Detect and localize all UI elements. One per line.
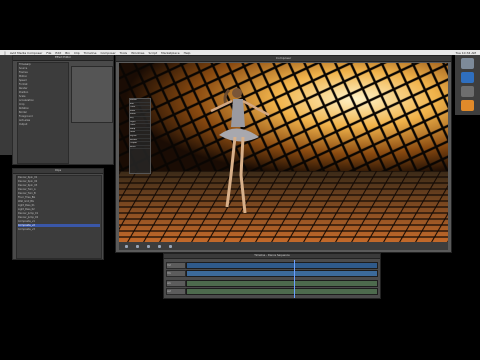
menu-edit[interactable]: Edit	[55, 51, 61, 55]
timeline-panel: Timeline - Dance Sequence V2 V1 A1 A2	[163, 253, 381, 299]
clip-row[interactable]: Composite_v3	[18, 228, 100, 232]
viewer-title: Composer	[116, 56, 451, 62]
menubar-clock: Tue 10:34 AM	[455, 50, 476, 55]
param-row[interactable]: Output	[19, 123, 67, 127]
effect-menu[interactable]: Motion Blur Color Mask Matte Key Layer T…	[129, 98, 151, 174]
parameter-list[interactable]: Timewarp Source Frames Motion Speed Form…	[17, 62, 69, 164]
effect-editor-title: Effect Editor	[13, 56, 113, 61]
bin-panel: Clips Dancer_Spin_01 Dancer_Spin_02 Danc…	[12, 168, 104, 260]
rewind-icon[interactable]	[125, 244, 128, 248]
parameter-values[interactable]	[71, 66, 113, 123]
tool-button-3[interactable]	[461, 86, 474, 97]
menu-composer[interactable]: Composer	[100, 51, 115, 55]
apple-icon[interactable]: 	[4, 51, 6, 55]
tool-button-2[interactable]	[461, 72, 474, 83]
menu-marketplace[interactable]: Marketplace	[161, 51, 179, 55]
effect-editor-panel: Effect Editor Timewarp Source Frames Mot…	[12, 55, 114, 165]
effect-menu-item[interactable]: Reset	[130, 146, 150, 150]
menu-timeline[interactable]: Timeline	[84, 51, 97, 55]
timeline-track[interactable]	[186, 270, 378, 277]
menu-bin[interactable]: Bin	[65, 51, 70, 55]
clip-list[interactable]: Dancer_Spin_01 Dancer_Spin_02 Dancer_Spi…	[16, 175, 102, 259]
menu-file[interactable]: File	[46, 51, 51, 55]
app-menu[interactable]: Avid Media Composer	[10, 51, 43, 55]
gear-icon[interactable]	[169, 244, 172, 248]
transport-controls	[119, 242, 448, 250]
playhead[interactable]	[294, 260, 295, 298]
menu-clip[interactable]: Clip	[74, 51, 80, 55]
tool-sidebar	[455, 55, 480, 115]
timeline-track[interactable]	[186, 280, 378, 287]
track-header[interactable]: V2	[166, 262, 186, 269]
tool-button-4[interactable]	[461, 100, 474, 111]
menu-windows[interactable]: Windows	[131, 51, 144, 55]
timeline-title: Timeline - Dance Sequence	[164, 254, 380, 259]
bin-title: Clips	[13, 169, 103, 174]
stop-icon[interactable]	[147, 244, 150, 248]
track-header[interactable]: A1	[166, 280, 186, 287]
video-frame[interactable]: Motion Blur Color Mask Matte Key Layer T…	[119, 63, 448, 243]
tool-button-1[interactable]	[461, 58, 474, 69]
menu-script[interactable]: Script	[148, 51, 157, 55]
timeline-track[interactable]	[186, 288, 378, 295]
track-header[interactable]: A2	[166, 288, 186, 295]
timeline-track[interactable]	[186, 262, 378, 269]
play-icon[interactable]	[136, 244, 139, 248]
menu-tools[interactable]: Tools	[120, 51, 127, 55]
composer-viewer: Composer Motion Blur Color Mask Matte Ke…	[115, 55, 452, 253]
forward-icon[interactable]	[158, 244, 161, 248]
menu-help[interactable]: Help	[184, 51, 191, 55]
track-header[interactable]: V1	[166, 270, 186, 277]
scene-image	[119, 63, 448, 243]
